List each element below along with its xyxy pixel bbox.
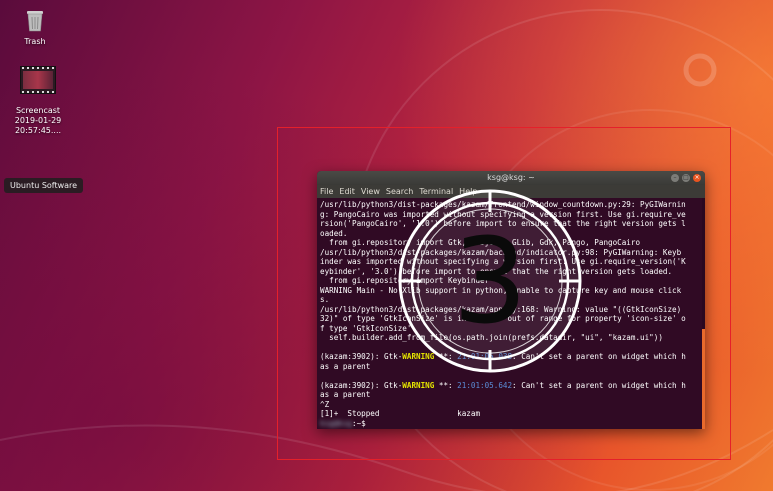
output-line: WARNING Main - No Xlib support in python… [320,285,682,295]
output-line: inder was imported without specifying a … [320,257,686,266]
desktop-icon-screencast[interactable]: Screencast 2019-01-29 20:57:45.... [3,56,73,146]
menu-view[interactable]: View [361,185,380,198]
trash-label: Trash [24,37,46,46]
output-line: /usr/lib/python3/dist-packages/kazam/app… [320,304,682,314]
output-line: 32)" of type 'GtkIconSize' is invalid or… [320,314,686,323]
output-line: g: PangoCairo was imported without speci… [320,209,686,219]
output-line: f type 'GtkIconSize' [320,323,412,333]
menu-edit[interactable]: Edit [339,185,355,198]
menu-help[interactable]: Help [459,185,477,198]
output-line: as a parent [320,361,371,371]
menu-search[interactable]: Search [386,185,413,198]
terminal-window[interactable]: ksg@ksg: ~ – □ × File Edit View Search T… [317,171,705,429]
terminal-titlebar[interactable]: ksg@ksg: ~ – □ × [317,171,705,185]
video-file-icon [20,66,56,94]
terminal-menubar: File Edit View Search Terminal Help [317,185,705,198]
output-line: [1]+ Stopped kazam [320,409,481,418]
output-line: /usr/lib/python3/dist-packages/kazam/bac… [320,247,682,257]
output-line: rsion('PangoCairo', '1.0') before import… [320,219,686,228]
output-line: eybinder', '3.0') before import to ensur… [320,266,673,276]
terminal-output[interactable]: /usr/lib/python3/dist-packages/kazam/fro… [317,198,701,429]
desktop-icon-trash[interactable]: Trash [0,8,70,47]
trash-icon [27,11,43,32]
menu-terminal[interactable]: Terminal [419,185,453,198]
output-line: /usr/lib/python3/dist-packages/kazam/fro… [320,200,686,209]
close-button[interactable]: × [693,174,701,182]
prompt-user-blurred: ksg@ksg [320,418,353,428]
output-line: s. [320,295,330,304]
output-line: from gi.repository import Gtk, GObject, … [320,238,641,247]
output-line: as a parent [320,390,371,399]
output-line: oaded. [320,228,348,238]
screencast-label: Screencast 2019-01-29 20:57:45.... [14,106,62,135]
scrollbar-thumb[interactable] [702,329,705,429]
output-line: self.builder.add_from_file(os.path.join(… [320,333,663,342]
ubuntu-software-tooltip: Ubuntu Software [4,178,84,193]
terminal-title: ksg@ksg: ~ [487,173,535,182]
warning-line: (kazam:3902): Gtk-WARNING **: 21:01:05.0… [320,352,686,361]
minimize-button[interactable]: – [671,174,679,182]
prompt-line: ksg@ksg:~$ [320,418,366,428]
menu-file[interactable]: File [320,185,333,198]
warning-line: (kazam:3902): Gtk-WARNING **: 21:01:05.6… [320,380,686,390]
output-line: from gi.repository import Keybinder [320,276,490,285]
output-line: ^Z [320,399,330,409]
terminal-scrollbar[interactable] [702,198,705,429]
maximize-button[interactable]: □ [682,174,690,182]
